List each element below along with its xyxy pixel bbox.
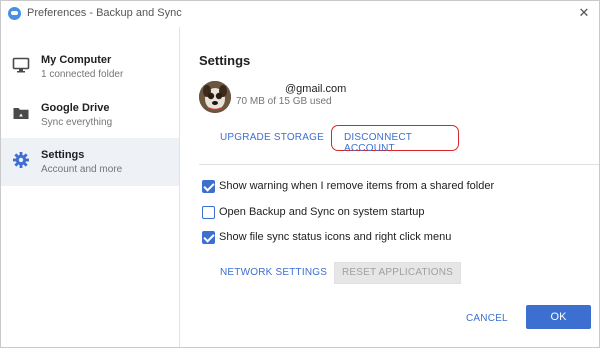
- sidebar-item-subtitle: 1 connected folder: [41, 69, 124, 80]
- monitor-icon: [12, 57, 30, 73]
- disconnect-account-button[interactable]: DISCONNECT ACCOUNT: [344, 132, 458, 154]
- shared-folder-warning-checkbox[interactable]: [202, 180, 215, 193]
- option-label: Open Backup and Sync on system startup: [219, 206, 425, 218]
- backup-and-sync-cloud-icon: [8, 7, 21, 20]
- sidebar-item-settings[interactable]: Settings Account and more: [1, 138, 179, 186]
- cancel-button[interactable]: CANCEL: [466, 313, 508, 324]
- reset-applications-button: RESET APPLICATIONS: [334, 262, 461, 284]
- network-settings-button[interactable]: NETWORK SETTINGS: [220, 267, 327, 278]
- divider: [199, 164, 599, 165]
- disconnect-highlight-ring[interactable]: DISCONNECT ACCOUNT: [331, 125, 459, 154]
- sidebar-item-title: My Computer: [41, 54, 112, 66]
- drive-folder-icon: [13, 108, 29, 119]
- sidebar-item-subtitle: Account and more: [41, 164, 123, 175]
- option-label: Show warning when I remove items from a …: [219, 180, 495, 192]
- close-button[interactable]: ✕: [575, 4, 593, 22]
- open-on-startup-checkbox[interactable]: [202, 206, 215, 219]
- preferences-window: Preferences - Backup and Sync ✕ My Compu…: [0, 0, 600, 348]
- ok-button[interactable]: OK: [526, 305, 591, 329]
- settings-panel: Settings @gmail.com 70 MB of 15 GB used …: [181, 27, 599, 347]
- window-title: Preferences - Backup and Sync: [27, 7, 182, 19]
- upgrade-storage-button[interactable]: UPGRADE STORAGE: [220, 132, 324, 143]
- page-title: Settings: [199, 53, 251, 68]
- sidebar: My Computer 1 connected folder Google Dr…: [1, 27, 180, 347]
- gear-icon: [13, 152, 29, 168]
- sync-status-icons-checkbox[interactable]: [202, 231, 215, 244]
- title-bar[interactable]: Preferences - Backup and Sync ✕: [1, 1, 599, 27]
- avatar: [199, 81, 231, 113]
- sidebar-item-google-drive[interactable]: Google Drive Sync everything: [1, 91, 179, 139]
- sidebar-item-subtitle: Sync everything: [41, 117, 113, 128]
- storage-usage: 70 MB of 15 GB used: [236, 96, 332, 107]
- account-email: @gmail.com: [285, 83, 347, 95]
- option-label: Show file sync status icons and right cl…: [219, 231, 452, 243]
- avatar-dog-image: [199, 81, 231, 113]
- sidebar-item-title: Settings: [41, 149, 85, 161]
- sidebar-item-my-computer[interactable]: My Computer 1 connected folder: [1, 43, 179, 91]
- sidebar-item-title: Google Drive: [41, 102, 110, 114]
